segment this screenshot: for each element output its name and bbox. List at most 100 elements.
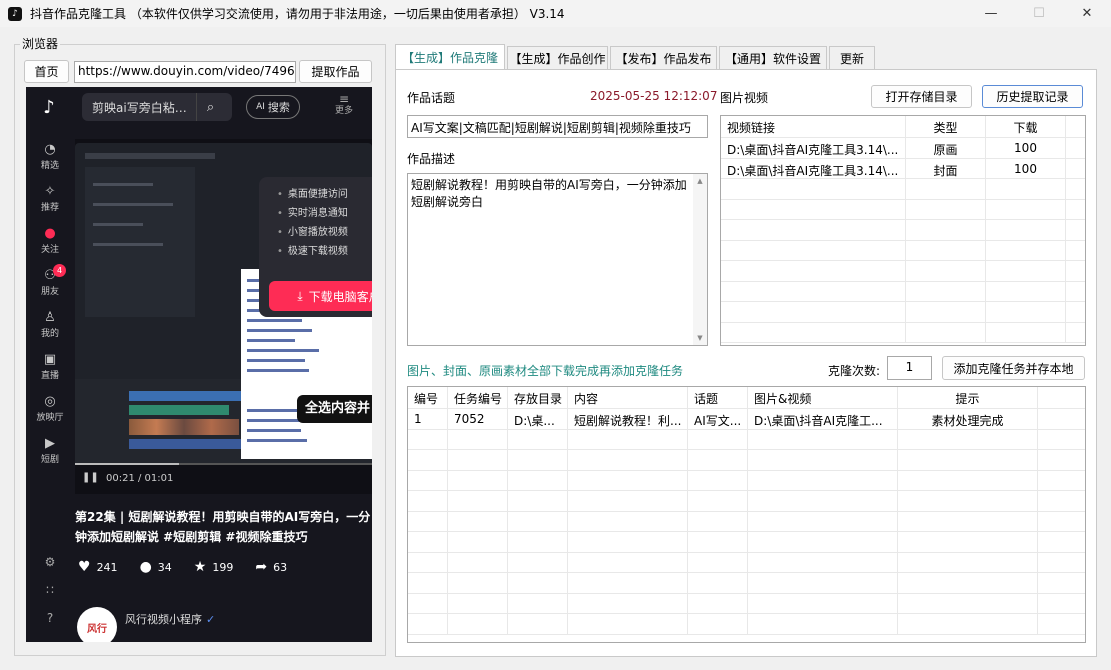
table-row[interactable] — [408, 593, 1085, 614]
table-row[interactable] — [408, 552, 1085, 573]
doc-line — [247, 349, 319, 352]
table-cell — [906, 240, 986, 260]
table-row[interactable] — [408, 491, 1085, 512]
table-header: 视频链接 类型 下载 — [721, 116, 1085, 138]
table-cell — [448, 511, 508, 531]
clone-count-input[interactable]: 1 — [887, 356, 932, 380]
apps-icon[interactable]: ∷ — [26, 583, 74, 611]
avatar[interactable]: 风行 — [77, 607, 117, 642]
tab-settings[interactable]: 【通用】软件设置 — [719, 46, 827, 70]
comment-icon: ● — [139, 559, 152, 575]
table-row[interactable] — [721, 179, 1085, 200]
video-title[interactable]: 第22集 | 短剧解说教程！用剪映自带的AI写旁白，一分钟添加短剧解说 #短剧剪… — [75, 507, 372, 547]
description-textarea[interactable]: 短剧解说教程！用剪映自带的AI写旁白，一分钟添加短剧解说旁白 ▲ ▼ — [407, 173, 708, 346]
tab-clone[interactable]: 【生成】作品克隆 — [395, 44, 505, 70]
minimize-icon[interactable]: — — [967, 0, 1015, 27]
column-header[interactable]: 类型 — [906, 116, 986, 137]
column-header[interactable]: 下载 — [986, 116, 1066, 137]
settings-icon[interactable]: ⚙ — [26, 555, 74, 583]
doc-line — [247, 409, 297, 412]
table-cell — [748, 532, 898, 552]
help-icon[interactable]: ? — [26, 611, 74, 639]
nav-item-cinema[interactable]: ◎ 放映厅 — [26, 387, 74, 429]
nav-item-live[interactable]: ▣ 直播 — [26, 345, 74, 387]
video-player[interactable]: 全选内容并 桌面便捷访问 实时消息通知 小窗播放视频 极速下载视频 ⤓ 下载电脑客… — [75, 139, 372, 494]
topic-label: 作品话题 — [407, 91, 456, 105]
sparkle-icon: ✧ — [44, 183, 56, 199]
description-scrollbar[interactable]: ▲ ▼ — [693, 174, 707, 345]
scroll-up-icon[interactable]: ▲ — [693, 174, 707, 188]
pause-icon[interactable]: ❚❚ — [82, 472, 99, 483]
author-name[interactable]: 风行视频小程序 ✓ — [125, 611, 215, 627]
table-cell — [986, 261, 1066, 281]
star-icon: ★ — [193, 559, 207, 575]
table-row[interactable] — [721, 322, 1085, 343]
table-row[interactable]: D:\桌面\抖音AI克隆工具3.14\... 封面 100 — [721, 158, 1085, 179]
topic-input[interactable]: AI写文案|文稿匹配|短剧解说|短剧剪辑|视频除重技巧 — [407, 115, 708, 138]
more-menu[interactable]: ≡ 更多 — [332, 93, 356, 117]
comment-button[interactable]: ● 34 — [140, 559, 172, 575]
video-progress-bar[interactable] — [75, 463, 372, 465]
table-row[interactable]: 1 7052 D:\桌... 短剧解说教程！利... AI写文... D:\桌面\抖音AI… — [408, 409, 1085, 430]
favorite-button[interactable]: ★ 199 — [194, 559, 234, 575]
table-row[interactable] — [408, 470, 1085, 491]
nav-item-recommend[interactable]: ✧ 推荐 — [26, 177, 74, 219]
ai-search-button[interactable]: AI 搜索 — [246, 95, 300, 119]
table-cell — [568, 470, 688, 490]
column-header[interactable]: 视频链接 — [721, 116, 906, 137]
douyin-search-input[interactable]: 剪映ai写旁白粘… — [92, 99, 196, 116]
add-clone-task-button[interactable]: 添加克隆任务并存本地 — [942, 356, 1085, 380]
column-header[interactable]: 任务编号 — [448, 387, 508, 408]
table-row[interactable] — [408, 429, 1085, 450]
nav-item-follow[interactable]: ● 关注 — [26, 219, 74, 261]
history-button[interactable]: 历史提取记录 — [982, 85, 1083, 108]
table-cell — [508, 491, 568, 511]
maximize-icon[interactable]: ☐ — [1015, 0, 1063, 27]
tab-update[interactable]: 更新 — [829, 46, 875, 70]
share-button[interactable]: ➦ 63 — [255, 559, 287, 575]
like-button[interactable]: ♥ 241 — [78, 559, 118, 575]
close-icon[interactable]: ✕ — [1063, 0, 1111, 27]
browser-view[interactable]: ♪ 剪映ai写旁白粘… ⌕ AI 搜索 ≡ 更多 ◔ 精选 ✧ 推荐 ● 关注 ⚇ 朋友 4 … — [26, 87, 372, 642]
column-header[interactable]: 编号 — [408, 387, 448, 408]
scroll-down-icon[interactable]: ▼ — [693, 331, 707, 345]
table-cell — [898, 450, 1038, 470]
column-header[interactable]: 话题 — [688, 387, 748, 408]
nav-item-me[interactable]: ♙ 我的 — [26, 303, 74, 345]
tiktok-logo-icon[interactable]: ♪ — [38, 97, 60, 119]
nav-label: 精选 — [40, 160, 59, 171]
column-header[interactable]: 提示 — [898, 387, 1038, 408]
table-row[interactable] — [408, 511, 1085, 532]
download-client-button[interactable]: ⤓ 下载电脑客户端 — [269, 281, 372, 311]
douyin-search-box[interactable]: 剪映ai写旁白粘… ⌕ — [82, 93, 232, 121]
table-row[interactable]: D:\桌面\抖音AI克隆工具3.14\... 原画 100 — [721, 138, 1085, 159]
doc-line — [247, 329, 312, 332]
table-row[interactable] — [721, 302, 1085, 323]
table-row[interactable] — [408, 573, 1085, 594]
table-row[interactable] — [721, 220, 1085, 241]
url-input[interactable]: https://www.douyin.com/video/74960 — [74, 61, 296, 83]
tab-create[interactable]: 【生成】作品创作 — [507, 46, 608, 70]
search-icon[interactable]: ⌕ — [196, 93, 224, 121]
table-row[interactable] — [721, 199, 1085, 220]
extract-button[interactable]: 提取作品 — [299, 60, 372, 83]
nav-item-drama[interactable]: ▶ 短剧 — [26, 429, 74, 471]
nav-item-friends[interactable]: ⚇ 朋友 4 — [26, 261, 74, 303]
column-header[interactable]: 图片&视频 — [748, 387, 898, 408]
nav-item-featured[interactable]: ◔ 精选 — [26, 135, 74, 177]
open-directory-button[interactable]: 打开存储目录 — [871, 85, 972, 108]
column-header[interactable]: 内容 — [568, 387, 688, 408]
table-row[interactable] — [721, 281, 1085, 302]
author-row[interactable]: 风行 风行视频小程序 ✓ — [75, 605, 372, 642]
table-row[interactable] — [721, 240, 1085, 261]
table-row[interactable] — [408, 614, 1085, 635]
home-button[interactable]: 首页 — [24, 60, 69, 83]
tab-publish[interactable]: 【发布】作品发布 — [610, 46, 717, 70]
table-row[interactable] — [721, 261, 1085, 282]
table-row[interactable] — [408, 532, 1085, 553]
table-cell — [448, 470, 508, 490]
table-row[interactable] — [408, 450, 1085, 471]
column-header[interactable]: 存放目录 — [508, 387, 568, 408]
nav-label: 关注 — [40, 244, 59, 255]
table-cell — [688, 614, 748, 634]
